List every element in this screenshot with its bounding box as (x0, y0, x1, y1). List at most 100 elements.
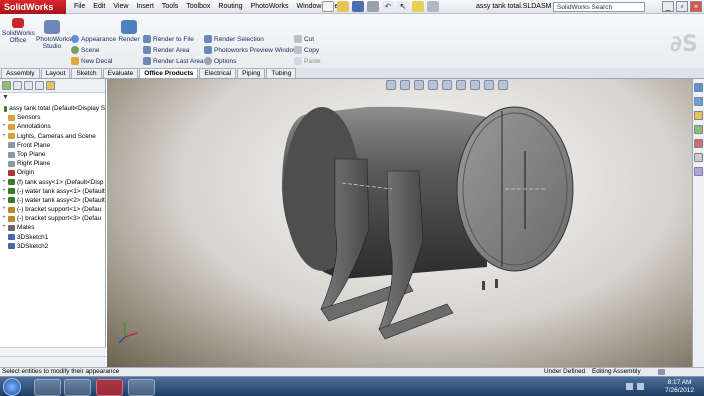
tree-item[interactable]: + (-) water tank assy<1> (Default (0, 187, 105, 196)
tree-item[interactable]: Top Plane (0, 150, 105, 159)
open-folder-icon[interactable] (337, 1, 349, 12)
tray-network-icon[interactable] (626, 383, 633, 390)
tree-item[interactable]: Origin (0, 168, 105, 177)
scissors-icon (294, 35, 302, 43)
view-palette-icon[interactable] (694, 125, 703, 134)
tab-evaluate[interactable]: Evaluate (102, 68, 139, 78)
new-document-icon[interactable] (322, 1, 334, 12)
tree-item-label: Right Plane (17, 160, 51, 168)
tab-office-products[interactable]: Office Products (139, 68, 199, 78)
menu-edit[interactable]: Edit (89, 0, 109, 14)
tree-item[interactable]: + (-) bracket support<3> (Defau (0, 214, 105, 223)
minimize-icon[interactable]: _ (662, 1, 674, 12)
expand-toggle-icon[interactable]: + (0, 187, 8, 196)
graphics-area[interactable] (107, 79, 692, 367)
configuration-manager-tab-icon[interactable] (24, 81, 33, 90)
copy-button[interactable]: Copy (294, 46, 319, 54)
tab-tubing[interactable]: Tubing (266, 68, 297, 78)
document-title: assy tank total.SLDASM (476, 3, 552, 10)
paste-button[interactable]: Paste (294, 57, 321, 65)
expand-toggle-icon[interactable]: + (0, 132, 8, 141)
scene-button[interactable]: Scene (71, 46, 99, 54)
tree-item[interactable]: 3DSketch2 (0, 242, 105, 251)
feature-tree-tab-icon[interactable] (2, 81, 11, 90)
tree-item[interactable]: + Annotations (0, 122, 105, 131)
tree-item[interactable]: Front Plane (0, 141, 105, 150)
tank-model[interactable] (107, 79, 692, 367)
options-icon[interactable] (427, 1, 439, 12)
solidworks-logo[interactable]: SolidWorks (0, 0, 66, 14)
appearances-scenes-icon[interactable] (694, 139, 703, 148)
expand-toggle-icon[interactable]: + (0, 196, 8, 205)
search-input[interactable]: SolidWorks Search (553, 2, 645, 12)
render-to-file-button[interactable]: Render to File (143, 35, 194, 43)
menu-photoworks[interactable]: PhotoWorks (247, 0, 293, 14)
taskbar-media-player-icon[interactable] (34, 379, 61, 396)
tab-sketch[interactable]: Sketch (71, 68, 102, 78)
tree-item[interactable]: assy tank total (Default<Display S (0, 104, 105, 113)
display-manager-tab-icon[interactable] (46, 81, 55, 90)
appearance-button[interactable]: Appearance (71, 35, 116, 43)
menu-window[interactable]: Window (293, 0, 326, 14)
render-area-button[interactable]: Render Area (143, 46, 190, 54)
tree-item[interactable]: + Lights, Cameras and Scene (0, 132, 105, 141)
solidworks-resources-icon[interactable] (694, 83, 703, 92)
tray-volume-icon[interactable] (637, 383, 644, 390)
solidworks-office-button[interactable]: SolidWorks Office (2, 18, 35, 44)
rebuild-icon[interactable] (412, 1, 424, 12)
menu-view[interactable]: View (109, 0, 132, 14)
render-button[interactable]: Render (118, 20, 140, 43)
tab-piping[interactable]: Piping (237, 68, 266, 78)
start-button-icon[interactable] (3, 378, 21, 396)
expand-toggle-icon[interactable]: + (0, 178, 8, 187)
property-manager-tab-icon[interactable] (13, 81, 22, 90)
tab-electrical[interactable]: Electrical (199, 68, 237, 78)
expand-toggle-icon[interactable]: + (0, 205, 8, 214)
menu-insert[interactable]: Insert (132, 0, 158, 14)
tree-item[interactable]: + (-) water tank assy<2> (Default (0, 196, 105, 205)
photoworks-preview-window-label: Photoworks Preview Window (214, 46, 298, 54)
restore-icon[interactable]: ▫ (676, 1, 688, 12)
dimxpert-tab-icon[interactable] (35, 81, 44, 90)
options-button[interactable]: Options (204, 57, 236, 65)
tab-assembly[interactable]: Assembly (1, 68, 40, 78)
expand-toggle-icon[interactable]: + (0, 223, 8, 232)
cut-button[interactable]: Cut (294, 35, 314, 43)
close-icon[interactable]: × (690, 1, 702, 12)
taskbar-explorer-icon[interactable] (64, 379, 91, 396)
photoworks-preview-window-button[interactable]: Photoworks Preview Window (204, 46, 298, 54)
tree-item[interactable]: Sensors (0, 113, 105, 122)
taskbar-solidworks-icon[interactable] (96, 379, 123, 396)
tab-layout[interactable]: Layout (40, 68, 71, 78)
custom-properties-icon[interactable] (694, 153, 703, 162)
tree-item[interactable]: 3DSketch1 (0, 233, 105, 242)
tree-item-label: 3DSketch2 (17, 242, 49, 250)
tree-item[interactable]: + (f) tank assy<1> (Default<Disp (0, 178, 105, 187)
undo-icon[interactable]: ↶ (382, 1, 394, 12)
tree-item[interactable]: + Mates (0, 223, 105, 232)
menu-toolbox[interactable]: Toolbox (182, 0, 214, 14)
tree-item[interactable]: Right Plane (0, 159, 105, 168)
render-selection-button[interactable]: Render Selection (204, 35, 264, 43)
search-tasks-icon[interactable] (694, 167, 703, 176)
render-last-area-button[interactable]: Render Last Area (143, 57, 204, 65)
tree-item[interactable]: + (-) bracket support<1> (Defau (0, 205, 105, 214)
design-library-icon[interactable] (694, 97, 703, 106)
menu-tools[interactable]: Tools (158, 0, 182, 14)
print-icon[interactable] (367, 1, 379, 12)
save-icon[interactable] (352, 1, 364, 12)
status-help-icon[interactable] (658, 369, 665, 375)
expand-toggle-icon[interactable]: + (0, 214, 8, 223)
taskbar-solidworks-tool-icon[interactable] (128, 379, 155, 396)
system-clock[interactable]: 8:17 AM 7/26/2012 (665, 379, 694, 395)
horizontal-scrollbar[interactable] (0, 347, 106, 356)
photoworks-studio-button[interactable]: PhotoWorks Studio (36, 20, 71, 50)
select-icon[interactable]: ↖ (397, 1, 409, 12)
file-explorer-icon[interactable] (694, 111, 703, 120)
expand-toggle-icon[interactable]: + (0, 122, 8, 131)
filter-icon[interactable]: ▼ (0, 93, 105, 102)
menu-routing[interactable]: Routing (214, 0, 246, 14)
menu-file[interactable]: File (70, 0, 89, 14)
new-decal-button[interactable]: New Decal (71, 57, 112, 65)
options-label: Options (214, 57, 237, 65)
